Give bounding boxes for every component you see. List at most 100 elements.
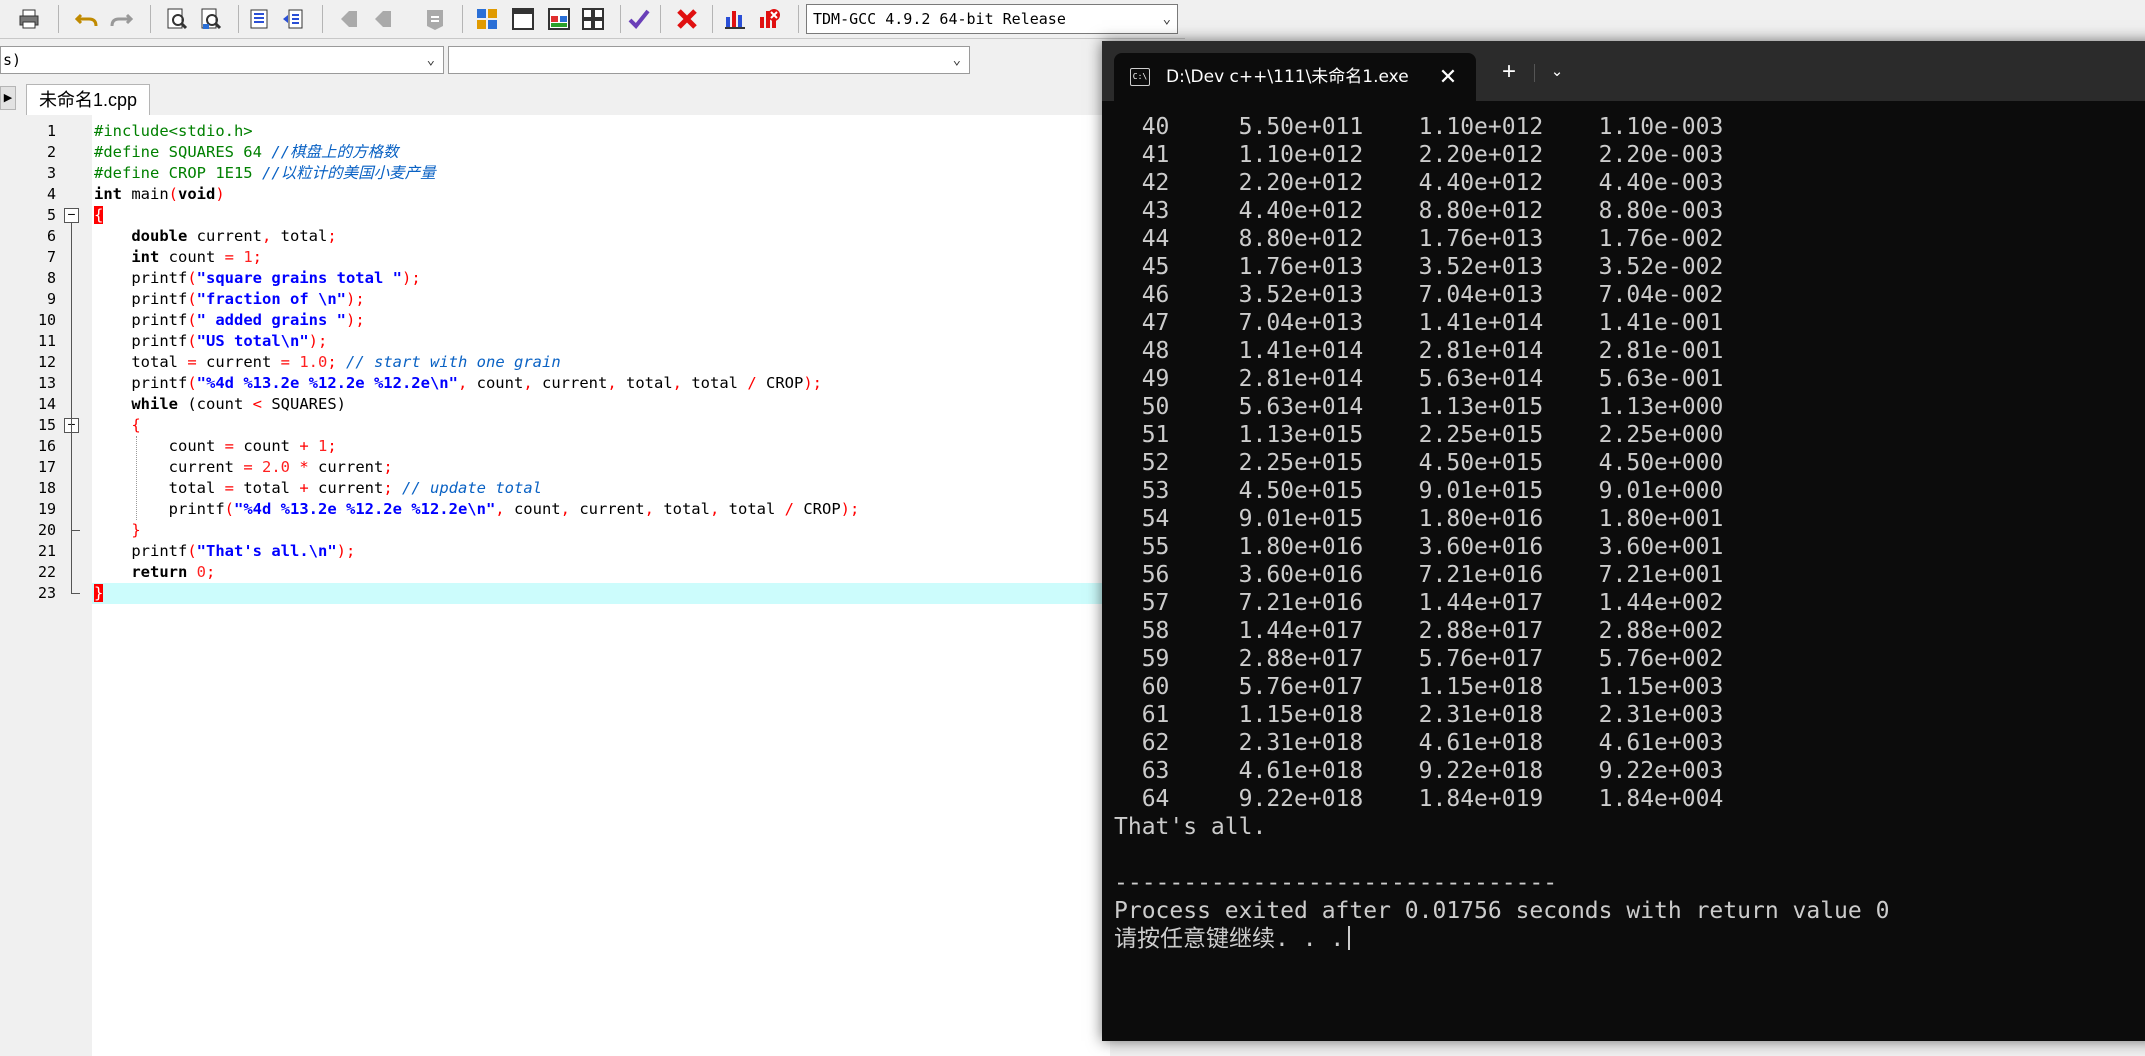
console-cell: 49	[1114, 366, 1170, 392]
console-row: 40 5.50e+011 1.10e+012 1.10e-003	[1114, 113, 2145, 141]
undo-icon[interactable]	[72, 4, 102, 34]
console-tab[interactable]: C:\ D:\Dev c++\111\未命名1.exe ✕	[1114, 53, 1476, 101]
line-number: 19	[37, 500, 56, 518]
code-line: }	[131, 521, 141, 539]
console-output[interactable]: 40 5.50e+011 1.10e+012 1.10e-003 41 1.10…	[1114, 113, 2145, 1041]
console-cell: 2.20e-003	[1543, 142, 1724, 168]
console-cell: 1.15e+018	[1363, 674, 1544, 700]
replace-icon[interactable]	[196, 4, 226, 34]
console-row: 58 1.44e+017 2.88e+017 2.88e+002	[1114, 617, 2145, 645]
console-window[interactable]: C:\ D:\Dev c++\111\未命名1.exe ✕ + ⌄ 40 5.5…	[1102, 41, 2145, 1041]
indent-icon[interactable]	[244, 4, 274, 34]
line-number-row: 11	[26, 331, 92, 352]
line-number: 15	[37, 416, 56, 434]
console-cell: 46	[1114, 282, 1170, 308]
line-number-row: 10	[26, 310, 92, 331]
compiler-select[interactable]: TDM-GCC 4.9.2 64-bit Release ⌄	[806, 4, 1178, 34]
line-number-row: 13	[26, 373, 92, 394]
member-select[interactable]: ⌄	[448, 46, 970, 74]
console-cell: 2.25e+015	[1363, 422, 1544, 448]
console-row: 42 2.20e+012 4.40e+012 4.40e-003	[1114, 169, 2145, 197]
console-cell: 7.21e+016	[1363, 562, 1544, 588]
console-cell: 9.22e+018	[1363, 758, 1544, 784]
console-cell: 1.10e-003	[1543, 114, 1724, 140]
console-cell: 1.76e+013	[1169, 254, 1364, 280]
compile-run-icon[interactable]	[544, 4, 574, 34]
new-tab-icon[interactable]: +	[1494, 57, 1524, 87]
line-number-row: 7	[26, 247, 92, 268]
line-number-row: 12	[26, 352, 92, 373]
line-number: 8	[46, 269, 56, 287]
tab-file[interactable]: 未命名1.cpp	[26, 84, 151, 115]
console-cell: 2.20e+012	[1169, 170, 1364, 196]
code-line: current = 2.0 * current;	[168, 458, 393, 476]
console-cell: 7.04e+013	[1169, 310, 1364, 336]
console-cell: 7.21e+001	[1543, 562, 1724, 588]
code-line: printf("fraction of \n");	[131, 290, 365, 308]
close-icon[interactable]: ✕	[1434, 63, 1462, 91]
compile-icon[interactable]	[472, 4, 502, 34]
main-toolbar: TDM-GCC 4.9.2 64-bit Release ⌄	[0, 0, 1185, 39]
line-number-row: 8	[26, 268, 92, 289]
rebuild-icon[interactable]	[578, 4, 608, 34]
current-code-line: }	[92, 583, 1110, 604]
console-cell: 44	[1114, 226, 1170, 252]
goto-back-icon[interactable]	[334, 4, 364, 34]
code-line: count = count + 1;	[168, 437, 337, 455]
goto-forward-icon[interactable]	[368, 4, 398, 34]
print-icon[interactable]	[14, 4, 44, 34]
console-cell: 1.80e+016	[1363, 506, 1544, 532]
find-icon[interactable]	[162, 4, 192, 34]
fold-toggle-icon[interactable]: −	[64, 207, 79, 223]
unindent-icon[interactable]	[278, 4, 308, 34]
syntax-check-icon[interactable]	[624, 4, 654, 34]
code-line: double current, total;	[131, 227, 337, 245]
redo-icon[interactable]	[106, 4, 136, 34]
console-cell: 2.81e+014	[1169, 366, 1364, 392]
console-cell: 43	[1114, 198, 1170, 224]
console-cell: 50	[1114, 394, 1170, 420]
console-row: 46 3.52e+013 7.04e+013 7.04e-002	[1114, 281, 2145, 309]
console-cell: 2.81e-001	[1543, 338, 1724, 364]
chevron-down-icon[interactable]: ⌄	[1542, 57, 1572, 87]
console-row: 59 2.88e+017 5.76e+017 5.76e+002	[1114, 645, 2145, 673]
console-cell: 48	[1114, 338, 1170, 364]
console-titlebar: C:\ D:\Dev c++\111\未命名1.exe ✕ + ⌄	[1102, 41, 2145, 101]
console-cell: 1.76e+013	[1363, 226, 1544, 252]
console-cell: 3.52e-002	[1543, 254, 1724, 280]
line-number-row: 22	[26, 562, 92, 583]
console-cell: 8.80e+012	[1169, 226, 1364, 252]
class-select[interactable]: s) ⌄	[0, 46, 444, 74]
console-row: 47 7.04e+013 1.41e+014 1.41e-001	[1114, 309, 2145, 337]
delete-profile-icon[interactable]	[754, 4, 784, 34]
tab-scroll-icon[interactable]: ▶	[0, 86, 16, 110]
line-number-row: 9	[26, 289, 92, 310]
code-line: #define CROP 1E15 //以粒计的美国小麦产量	[94, 164, 436, 182]
line-number: 1	[46, 122, 56, 140]
line-number: 21	[37, 542, 56, 560]
console-cell: 1.41e+014	[1363, 310, 1544, 336]
console-cell: 59	[1114, 646, 1170, 672]
console-cell: 47	[1114, 310, 1170, 336]
console-cell: 1.13e+015	[1363, 394, 1544, 420]
editor-tab-strip: ▶ 未命名1.cpp	[0, 84, 1110, 115]
console-cell: 2.31e+003	[1543, 702, 1724, 728]
line-number: 16	[37, 437, 56, 455]
console-cell: 1.80e+016	[1169, 534, 1364, 560]
bookmark-icon[interactable]	[420, 4, 450, 34]
console-cell: 4.50e+000	[1543, 450, 1724, 476]
code-line: printf("square grains total ");	[131, 269, 421, 287]
code-editor[interactable]: 1234567891011121314151617181920212223−− …	[26, 115, 1110, 1056]
console-row: 50 5.63e+014 1.13e+015 1.13e+000	[1114, 393, 2145, 421]
console-row: 52 2.25e+015 4.50e+015 4.50e+000	[1114, 449, 2145, 477]
console-cell: 2.25e+015	[1169, 450, 1364, 476]
indent-guide	[136, 436, 137, 520]
profile-icon[interactable]	[720, 4, 750, 34]
run-icon[interactable]	[508, 4, 538, 34]
line-number-row: 1	[26, 121, 92, 142]
stop-icon[interactable]	[672, 4, 702, 34]
console-cell: 9.01e+000	[1543, 478, 1724, 504]
console-row: 48 1.41e+014 2.81e+014 2.81e-001	[1114, 337, 2145, 365]
line-number-row: 18	[26, 478, 92, 499]
